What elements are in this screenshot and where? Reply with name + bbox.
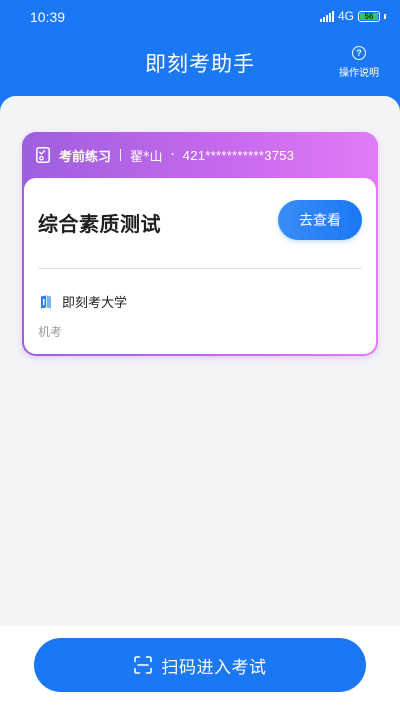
exam-title: 综合素质测试 <box>38 212 161 236</box>
battery-icon: 56 <box>358 10 380 22</box>
battery-level: 56 <box>364 11 374 21</box>
exam-paper-icon <box>36 147 50 163</box>
scan-button-label: 扫码进入考试 <box>161 657 267 678</box>
exam-card[interactable]: 考前练习 翟*山 · 421***********3753 综合素质测试 去查看… <box>22 132 378 356</box>
signal-icon <box>319 10 334 22</box>
exam-card-header: 考前练习 翟*山 · 421***********3753 <box>36 144 294 166</box>
question-icon: ? <box>352 46 366 60</box>
school-name: 即刻考大学 <box>62 296 128 311</box>
scan-icon <box>133 656 152 674</box>
exam-card-body: 综合素质测试 去查看 即刻考大学 机考 <box>24 178 376 354</box>
school-row: 即刻考大学 <box>38 292 127 311</box>
scan-to-enter-button[interactable]: 扫码进入考试 <box>34 638 366 692</box>
status-indicators: 4G 56 <box>319 9 386 23</box>
candidate-id: 421***********3753 <box>182 147 295 163</box>
exam-type: 考前练习 <box>59 149 112 165</box>
help-label: 操作说明 <box>339 68 379 79</box>
view-button[interactable]: 去查看 <box>278 200 362 240</box>
exam-mode: 机考 <box>38 325 63 339</box>
help-button[interactable]: ? 操作说明 <box>334 46 384 79</box>
status-time: 10:39 <box>30 9 66 25</box>
status-bar: 10:39 4G 56 <box>0 0 400 34</box>
card-divider-line <box>38 268 362 269</box>
school-logo-icon <box>41 295 51 308</box>
bottom-bar: 扫码进入考试 <box>0 626 400 711</box>
candidate-name: 翟*山 <box>130 149 163 165</box>
battery-cap <box>384 13 386 19</box>
header-separator: · <box>170 147 175 163</box>
header-divider <box>120 149 122 161</box>
network-type: 4G <box>337 9 354 23</box>
